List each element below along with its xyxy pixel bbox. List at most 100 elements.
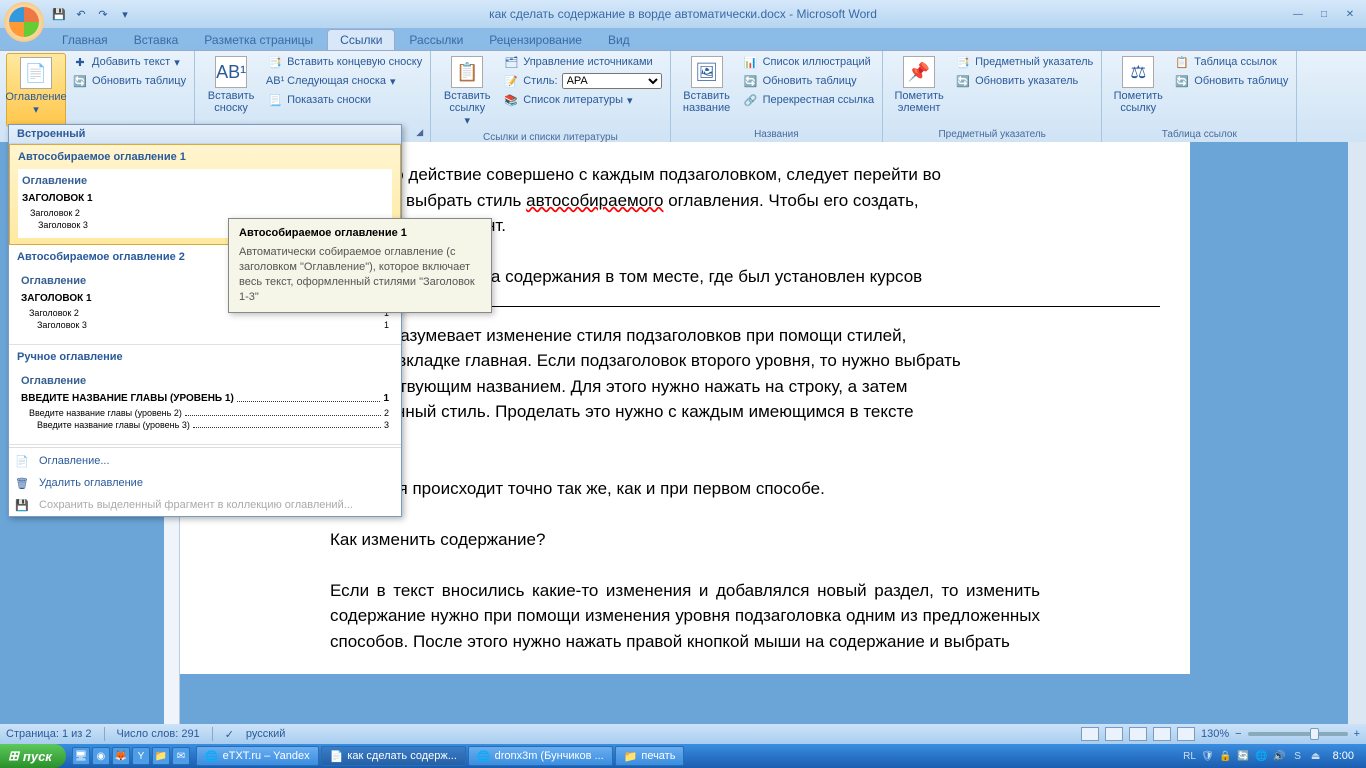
status-page[interactable]: Страница: 1 из 2 bbox=[6, 728, 92, 740]
tab-home[interactable]: Главная bbox=[50, 30, 120, 50]
tab-insert[interactable]: Вставка bbox=[122, 30, 191, 50]
group-captions: 🖼 Вставить название 📊Список иллюстраций … bbox=[671, 51, 884, 142]
toc-menu-custom[interactable]: 📄Оглавление... bbox=[9, 450, 401, 472]
ql-desktop-icon[interactable]: 🖥 bbox=[72, 747, 90, 765]
tab-view[interactable]: Вид bbox=[596, 30, 642, 50]
view-print-layout[interactable] bbox=[1081, 727, 1099, 741]
tray-antivirus-icon[interactable]: 🔒 bbox=[1219, 749, 1233, 763]
zoom-slider[interactable] bbox=[1248, 732, 1348, 736]
start-button[interactable]: ⊞пуск bbox=[0, 744, 66, 768]
zoom-out-button[interactable]: − bbox=[1235, 728, 1241, 740]
status-proof-icon[interactable]: ✓ bbox=[225, 728, 234, 741]
ql-mail-icon[interactable]: ✉ bbox=[172, 747, 190, 765]
mark-entry-button[interactable]: 📌 Пометить элемент bbox=[889, 53, 949, 127]
update-index-button[interactable]: 🔄Обновить указатель bbox=[953, 72, 1095, 90]
insert-citation-label: Вставить ссылку bbox=[440, 90, 494, 114]
tray-volume-icon[interactable]: 🔊 bbox=[1273, 749, 1287, 763]
view-full-screen[interactable] bbox=[1105, 727, 1123, 741]
tab-mailings[interactable]: Рассылки bbox=[397, 30, 475, 50]
insert-footnote-button[interactable]: AB¹ Вставить сноску bbox=[201, 53, 261, 127]
group-citations: 📋 Вставить ссылку▾ 🗂Управление источника… bbox=[431, 51, 670, 142]
status-words[interactable]: Число слов: 291 bbox=[117, 728, 200, 740]
minimize-button[interactable]: — bbox=[1286, 6, 1310, 22]
insert-endnote-button[interactable]: 📑Вставить концевую сноску bbox=[265, 53, 424, 71]
insert-toa-button[interactable]: 📋Таблица ссылок bbox=[1172, 53, 1290, 71]
zoom-in-button[interactable]: + bbox=[1354, 728, 1360, 740]
task-folder[interactable]: 📁 печать bbox=[615, 746, 685, 766]
office-button[interactable] bbox=[4, 2, 44, 42]
restore-button[interactable]: □ bbox=[1312, 6, 1336, 22]
refresh-icon: 🔄 bbox=[72, 73, 88, 89]
tooltip-title: Автособираемое оглавление 1 bbox=[239, 227, 481, 239]
toc-gallery-manual[interactable]: Ручное оглавление Оглавление ВВЕДИТЕ НАЗ… bbox=[9, 345, 401, 445]
manage-sources-icon: 🗂 bbox=[503, 54, 519, 70]
zoom-thumb[interactable] bbox=[1310, 728, 1319, 740]
add-text-button[interactable]: ✚Добавить текст ▾ bbox=[70, 53, 188, 71]
update-toc-button[interactable]: 🔄Обновить таблицу bbox=[70, 72, 188, 90]
toc-menu-remove[interactable]: 🗑Удалить оглавление bbox=[9, 472, 401, 494]
insert-footnote-label: Вставить сноску bbox=[204, 90, 258, 114]
next-footnote-icon: AB¹ bbox=[267, 73, 283, 89]
tray-skype-icon[interactable]: S bbox=[1291, 749, 1305, 763]
ql-chrome-icon[interactable]: ◉ bbox=[92, 747, 110, 765]
toc-button[interactable]: 📄 Оглавление ▾ bbox=[6, 53, 66, 127]
titlebar: 💾 ↶ ↷ ▾ как сделать содержание в ворде а… bbox=[0, 0, 1366, 28]
refresh-icon: 🔄 bbox=[743, 73, 759, 89]
task-word[interactable]: 📄 как сделать содерж... bbox=[321, 746, 466, 766]
close-button[interactable]: ✕ bbox=[1338, 6, 1362, 22]
tray-lang[interactable]: RL bbox=[1183, 749, 1197, 763]
tab-references[interactable]: Ссылки bbox=[327, 29, 395, 50]
mark-citation-label: Пометить ссылку bbox=[1111, 90, 1165, 114]
insert-index-button[interactable]: 📑Предметный указатель bbox=[953, 53, 1095, 71]
show-notes-button[interactable]: 📃Показать сноски bbox=[265, 91, 424, 109]
view-draft[interactable] bbox=[1177, 727, 1195, 741]
cross-reference-button[interactable]: 🔗Перекрестная ссылка bbox=[741, 91, 877, 109]
bibliography-button[interactable]: 📚Список литературы ▾ bbox=[501, 91, 663, 109]
ql-yandex-icon[interactable]: Y bbox=[132, 747, 150, 765]
group-index: 📌 Пометить элемент 📑Предметный указатель… bbox=[883, 51, 1102, 142]
status-language[interactable]: русский bbox=[246, 728, 285, 740]
tray-shield-icon[interactable]: 🛡 bbox=[1201, 749, 1215, 763]
toa-icon: 📋 bbox=[1174, 54, 1190, 70]
tooltip: Автособираемое оглавление 1 Автоматическ… bbox=[228, 218, 492, 313]
group-toa: ⚖ Пометить ссылку 📋Таблица ссылок 🔄Обнов… bbox=[1102, 51, 1297, 142]
tray-clock[interactable]: 8:00 bbox=[1327, 750, 1360, 762]
caption-icon: 🖼 bbox=[691, 56, 723, 88]
update-toa-button[interactable]: 🔄Обновить таблицу bbox=[1172, 72, 1290, 90]
insert-caption-button[interactable]: 🖼 Вставить название bbox=[677, 53, 737, 127]
next-footnote-button[interactable]: AB¹Следующая сноска ▾ bbox=[265, 72, 424, 90]
ql-firefox-icon[interactable]: 🦊 bbox=[112, 747, 130, 765]
footnote-icon: AB¹ bbox=[215, 56, 247, 88]
view-outline[interactable] bbox=[1153, 727, 1171, 741]
view-web-layout[interactable] bbox=[1129, 727, 1147, 741]
toc-icon: 📄 bbox=[15, 455, 31, 471]
redo-icon[interactable]: ↷ bbox=[94, 5, 112, 23]
tooltip-body: Автоматически собираемое оглавление (с з… bbox=[239, 245, 481, 304]
citation-icon: 📋 bbox=[451, 56, 483, 88]
insert-citation-button[interactable]: 📋 Вставить ссылку▾ bbox=[437, 53, 497, 130]
tray-network-icon[interactable]: 🌐 bbox=[1255, 749, 1269, 763]
tray-usb-icon[interactable]: ⏏ bbox=[1309, 749, 1323, 763]
tray-sync-icon[interactable]: 🔄 bbox=[1237, 749, 1251, 763]
tab-review[interactable]: Рецензирование bbox=[477, 30, 594, 50]
undo-icon[interactable]: ↶ bbox=[72, 5, 90, 23]
vertical-scrollbar[interactable] bbox=[1348, 142, 1366, 724]
style-dropdown[interactable]: APA bbox=[562, 73, 662, 89]
task-etxt[interactable]: 🌐 eTXT.ru – Yandex bbox=[196, 746, 319, 766]
task-dronx3m[interactable]: 🌐 dronx3m (Бунчиков ... bbox=[468, 746, 613, 766]
qat-dropdown-icon[interactable]: ▾ bbox=[116, 5, 134, 23]
save-icon[interactable]: 💾 bbox=[50, 5, 68, 23]
mark-entry-label: Пометить элемент bbox=[892, 90, 946, 114]
ql-explorer-icon[interactable]: 📁 bbox=[152, 747, 170, 765]
quick-launch: 🖥 ◉ 🦊 Y 📁 ✉ bbox=[72, 747, 190, 765]
table-of-figures-button[interactable]: 📊Список иллюстраций bbox=[741, 53, 877, 71]
update-figures-button[interactable]: 🔄Обновить таблицу bbox=[741, 72, 877, 90]
chevron-down-icon: ▾ bbox=[33, 103, 39, 116]
tab-layout[interactable]: Разметка страницы bbox=[192, 30, 325, 50]
manage-sources-button[interactable]: 🗂Управление источниками bbox=[501, 53, 663, 71]
citation-style-select[interactable]: 📝 Стиль: APA bbox=[501, 72, 663, 90]
footnotes-dialog-launcher[interactable]: ◢ bbox=[416, 127, 428, 139]
group-index-label: Предметный указатель bbox=[889, 127, 1095, 142]
zoom-level[interactable]: 130% bbox=[1201, 728, 1229, 740]
mark-citation-button[interactable]: ⚖ Пометить ссылку bbox=[1108, 53, 1168, 127]
